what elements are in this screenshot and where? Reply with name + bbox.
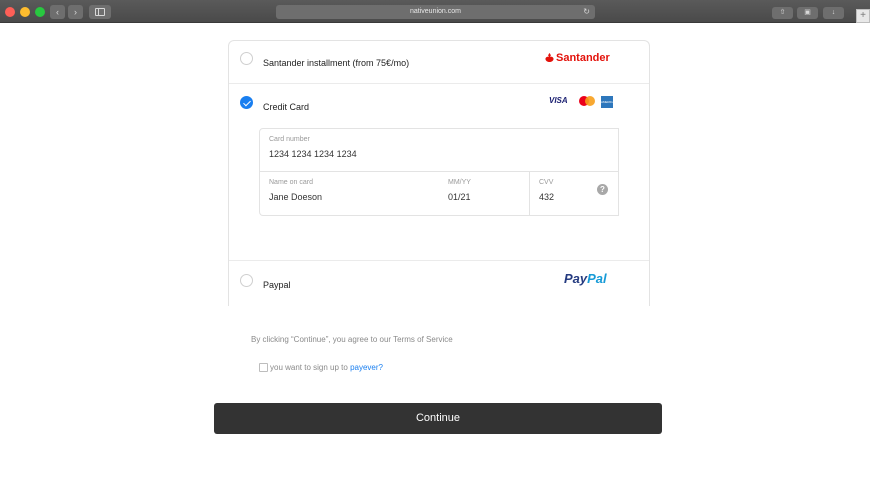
continue-button[interactable]: Continue [214, 403, 662, 434]
mastercard-icon [579, 96, 595, 107]
cvv-help-icon[interactable]: ? [597, 184, 608, 195]
minimize-window-button[interactable] [20, 7, 30, 17]
name-on-card-input[interactable]: Jane Doeson [269, 192, 322, 202]
card-number-input[interactable]: 1234 1234 1234 1234 [269, 149, 357, 159]
expiry-field[interactable]: MM/YY 01/21 [439, 172, 530, 216]
santander-label: Santander installment (from 75€/mo) [263, 58, 410, 68]
paypal-radio[interactable] [240, 274, 253, 287]
address-bar[interactable]: nativeunion.com ↻ [276, 5, 595, 19]
santander-logo: Santander [545, 52, 610, 64]
zoom-window-button[interactable] [35, 7, 45, 17]
name-on-card-field[interactable]: Name on card Jane Doeson [259, 172, 440, 216]
payment-option-paypal[interactable]: Paypal PayPal [229, 261, 649, 307]
payever-link[interactable]: payever? [350, 363, 383, 372]
cvv-field[interactable]: CVV 432 ? [529, 172, 619, 216]
payment-option-credit-card[interactable]: Credit Card VISA AMERICAN EXPRESS Card n… [229, 84, 649, 261]
paypal-logo: PayPal [564, 271, 607, 286]
santander-logo-text: Santander [556, 52, 610, 64]
payment-methods: Santander installment (from 75€/mo) Sant… [228, 40, 650, 306]
credit-card-radio[interactable] [240, 96, 253, 109]
paypal-logo-pal: Pal [587, 271, 607, 286]
new-tab-button[interactable]: + [856, 9, 870, 23]
downloads-button[interactable]: ↓ [823, 7, 844, 19]
sidebar-icon [95, 8, 105, 16]
reload-icon[interactable]: ↻ [583, 5, 590, 19]
url-text: nativeunion.com [410, 8, 461, 15]
back-button[interactable]: ‹ [50, 5, 65, 19]
terms-text: By clicking “Continue”, you agree to our… [251, 335, 453, 344]
card-number-field[interactable]: Card number 1234 1234 1234 1234 [259, 128, 619, 172]
paypal-label: Paypal [263, 280, 291, 290]
cvv-caption: CVV [539, 179, 554, 186]
expiry-input[interactable]: 01/21 [448, 192, 471, 202]
close-window-button[interactable] [5, 7, 15, 17]
browser-toolbar: ‹ › nativeunion.com ↻ ⇧ ▣ ↓ [0, 0, 870, 23]
credit-card-label: Credit Card [263, 102, 310, 112]
santander-radio[interactable] [240, 52, 253, 65]
visa-icon: VISA [549, 96, 568, 105]
signup-checkbox[interactable] [259, 363, 268, 372]
signup-text: you want to sign up to [270, 363, 351, 372]
paypal-logo-pay: Pay [564, 271, 588, 286]
cvv-input[interactable]: 432 [539, 192, 554, 202]
amex-icon: AMERICAN EXPRESS [601, 96, 613, 108]
santander-flame-icon [545, 53, 554, 62]
name-on-card-caption: Name on card [269, 179, 313, 186]
card-number-caption: Card number [269, 136, 310, 143]
tab-overview-button[interactable]: ▣ [797, 7, 818, 19]
forward-button[interactable]: › [68, 5, 83, 19]
sidebar-toggle-button[interactable] [89, 5, 111, 19]
payment-option-santander[interactable]: Santander installment (from 75€/mo) Sant… [229, 41, 649, 84]
share-button[interactable]: ⇧ [772, 7, 793, 19]
signup-row: you want to sign up to payever? [259, 363, 383, 372]
expiry-caption: MM/YY [448, 179, 471, 186]
